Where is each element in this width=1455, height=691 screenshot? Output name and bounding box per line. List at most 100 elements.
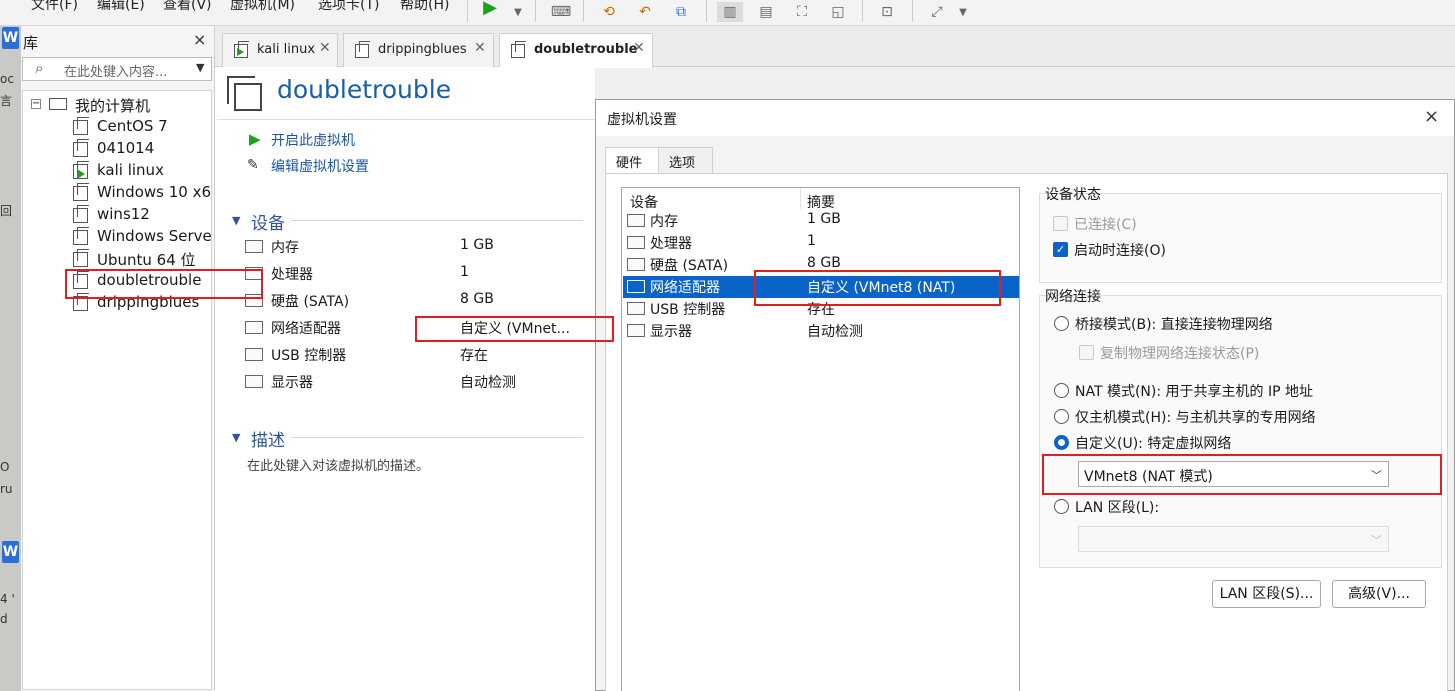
stretch-dropdown-icon[interactable]: ▼ (950, 2, 976, 22)
device-list-row[interactable]: 显示器 自动检测 (623, 320, 1019, 342)
vm-summary-panel: doubletrouble ▶ 开启此虚拟机 ✎ 编辑虚拟机设置 ▼ 设备 内存… (215, 67, 595, 691)
search-dropdown-icon[interactable]: ▼ (196, 61, 204, 74)
word-tile-icon: W (2, 541, 19, 563)
devices-heading[interactable]: 设备 (251, 209, 285, 234)
device-name: 内存 (271, 240, 299, 256)
tree-root-label: 我的计算机 (75, 97, 151, 115)
tab-label: doubletrouble (534, 42, 638, 57)
console-icon[interactable]: ⊡ (874, 2, 900, 22)
device-list-name: 网络适配器 (650, 280, 720, 296)
device-column-header[interactable]: 设备 (630, 192, 658, 212)
description-placeholder[interactable]: 在此处键入对该虚拟机的描述。 (247, 455, 429, 474)
library-view-icon[interactable]: ▥ (717, 2, 743, 22)
snapshot-icon[interactable]: ⟲ (596, 2, 622, 22)
device-list[interactable]: 设备 摘要 内存 1 GB 处理器 1 硬盘 (SATA) 8 GB 网络适配器 自定义 (V… (621, 187, 1020, 691)
toolbar-separator (467, 0, 468, 22)
library-search-input[interactable]: ⌕ 在此处键入内容... ▼ (22, 57, 212, 81)
revert-snapshot-icon[interactable]: ↶ (632, 2, 658, 22)
device-row[interactable]: 显示器 自动检测 (245, 371, 585, 393)
summary-column-header[interactable]: 摘要 (807, 192, 835, 212)
device-status-group (1039, 193, 1442, 283)
tree-item[interactable]: Windows Server (73, 227, 212, 247)
unity-icon[interactable]: ◱ (825, 2, 851, 22)
device-icon (245, 348, 263, 361)
snapshot-manager-icon[interactable]: ⧉ (668, 2, 694, 22)
tree-item[interactable]: kali linux (73, 161, 211, 181)
tab-hardware[interactable]: 硬件 (605, 147, 661, 174)
menu-vm[interactable]: 虚拟机(M) (230, 0, 295, 14)
toolbar-separator (862, 0, 863, 22)
menu-edit[interactable]: 编辑(E) (97, 0, 145, 14)
device-value: 8 GB (460, 291, 494, 307)
device-list-summary: 自动检测 (807, 324, 863, 340)
lan-segment-select[interactable]: ﹀ (1078, 526, 1389, 552)
tree-item[interactable]: Windows 10 x64 (73, 183, 212, 203)
tree-item-label: Ubuntu 64 位 (97, 251, 196, 269)
collapse-triangle-icon[interactable]: ▼ (232, 214, 240, 227)
collapse-triangle-icon[interactable]: ▼ (232, 431, 240, 444)
device-row[interactable]: 内存 1 GB (245, 236, 585, 258)
dialog-title: 虚拟机设置 (607, 112, 677, 128)
tab-bar: kali linux ✕ drippingblues ✕ doubletroub… (215, 26, 1455, 68)
description-heading[interactable]: 描述 (251, 426, 285, 451)
device-row[interactable]: 硬盘 (SATA) 8 GB (245, 290, 585, 312)
device-name: 处理器 (271, 267, 313, 283)
menu-help[interactable]: 帮助(H) (400, 0, 449, 14)
tree-root[interactable]: − 我的计算机 (31, 95, 211, 115)
device-row[interactable]: 处理器 1 (245, 263, 585, 285)
device-name: 网络适配器 (271, 321, 341, 337)
device-row[interactable]: USB 控制器 存在 (245, 344, 585, 366)
annotation-box (415, 316, 614, 342)
fullscreen-icon[interactable]: ⛶ (789, 2, 815, 22)
annotation-box (1042, 454, 1442, 495)
vm-icon (73, 227, 89, 245)
tab-close-icon[interactable]: ✕ (633, 40, 645, 56)
tree-item[interactable]: Ubuntu 64 位 (73, 249, 211, 269)
advanced-button[interactable]: 高级(V)... (1332, 580, 1426, 608)
vm-running-icon (73, 161, 89, 179)
tree-item-label: Windows 10 x64 (97, 183, 212, 201)
power-on-link[interactable]: 开启此虚拟机 (271, 130, 355, 150)
tree-item-label: 041014 (97, 139, 155, 157)
thumbnail-view-icon[interactable]: ▤ (753, 2, 779, 22)
tab-close-icon[interactable]: ✕ (319, 40, 331, 56)
edit-settings-icon: ✎ (247, 157, 259, 173)
device-value: 1 GB (460, 237, 494, 253)
vm-running-icon (234, 41, 249, 58)
tree-item-label: kali linux (97, 161, 164, 179)
check-icon: ✓ (1053, 242, 1068, 257)
menu-file[interactable]: 文件(F) (31, 0, 78, 14)
tree-item[interactable]: 041014 (73, 139, 211, 159)
stretch-icon[interactable]: ⤢ (924, 2, 950, 22)
menu-tabs[interactable]: 选项卡(T) (318, 0, 379, 14)
device-list-row[interactable]: 内存 1 GB (623, 210, 1019, 232)
vm-icon (73, 249, 89, 267)
device-list-name: 内存 (650, 214, 678, 230)
tab-options[interactable]: 选项 (658, 147, 713, 173)
tree-item-label: Windows Server (97, 227, 212, 245)
tab-close-icon[interactable]: ✕ (474, 40, 486, 56)
device-list-row[interactable]: 处理器 1 (623, 232, 1019, 254)
edit-settings-link[interactable]: 编辑虚拟机设置 (271, 156, 369, 176)
radio-circle (1054, 409, 1069, 424)
tab-kali-linux[interactable]: kali linux ✕ (222, 33, 338, 67)
divider (217, 119, 595, 120)
tree-item[interactable]: CentOS 7 (73, 117, 211, 137)
host-only-label: 仅主机模式(H): 与主机共享的专用网络 (1075, 410, 1316, 426)
chevron-down-icon: ﹀ (1371, 534, 1382, 547)
library-close-icon[interactable]: × (193, 30, 206, 49)
collapse-icon[interactable]: − (31, 99, 41, 109)
dialog-close-icon[interactable]: × (1424, 106, 1439, 127)
power-dropdown-icon[interactable]: ▼ (505, 2, 531, 22)
device-icon (627, 302, 645, 315)
device-icon (245, 240, 263, 253)
tab-doubletrouble[interactable]: doubletrouble ✕ (499, 33, 653, 68)
tab-drippingblues[interactable]: drippingblues ✕ (343, 33, 494, 67)
tree-item[interactable]: wins12 (73, 205, 211, 225)
menu-view[interactable]: 查看(V) (163, 0, 212, 14)
lan-segments-button[interactable]: LAN 区段(S)... (1212, 580, 1321, 608)
send-keys-icon[interactable]: ⌨ (548, 2, 574, 22)
power-on-icon[interactable]: ▶ (477, 0, 503, 18)
nat-label: NAT 模式(N): 用于共享主机的 IP 地址 (1075, 384, 1313, 400)
device-list-summary: 1 (807, 233, 816, 249)
